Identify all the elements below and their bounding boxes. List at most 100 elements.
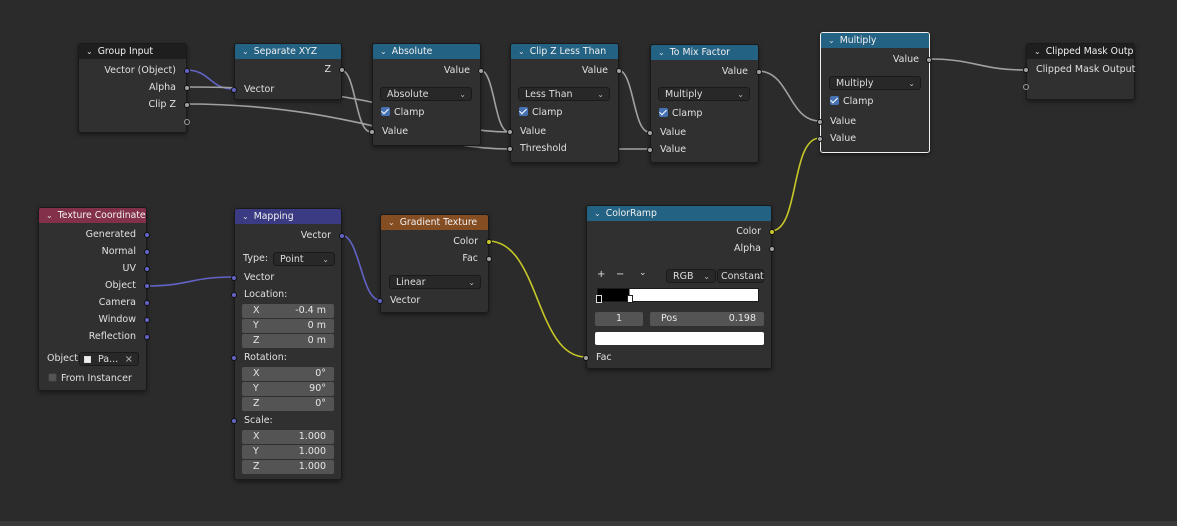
socket-vector-in[interactable]: [231, 275, 237, 281]
rotation-y-field[interactable]: Y 90°: [242, 382, 334, 396]
ramp-stop-black[interactable]: [596, 295, 602, 303]
location-x-field[interactable]: X -0.4 m: [242, 304, 334, 318]
socket-scale-in[interactable]: [231, 418, 237, 424]
chevron-down-icon[interactable]: ⌄: [46, 208, 53, 223]
rotation-x-field[interactable]: X 0°: [242, 367, 334, 381]
scale-z-field[interactable]: Z 1.000: [242, 460, 334, 474]
socket-uv[interactable]: [144, 266, 150, 272]
socket-generated[interactable]: [144, 232, 150, 238]
chevron-down-icon[interactable]: ⌄: [518, 44, 525, 59]
location-z-field[interactable]: Z0 m: [242, 334, 334, 348]
socket-value-out[interactable]: [926, 57, 932, 63]
socket-object[interactable]: [144, 283, 150, 289]
socket-value-a-in[interactable]: [817, 119, 823, 125]
node-to-mix-factor[interactable]: ⌄ To Mix Factor Value Multiply ⌄ Clamp Val…: [647, 44, 762, 163]
socket-value-out[interactable]: [756, 69, 762, 75]
rotation-z-field[interactable]: Z 0°: [242, 397, 334, 411]
operation-dropdown[interactable]: Multiply ⌄: [829, 76, 921, 90]
remove-stop-button[interactable]: −: [616, 269, 624, 280]
node-header[interactable]: ⌄ To Mix Factor: [651, 45, 758, 60]
chevron-down-icon[interactable]: ⌄: [242, 209, 249, 224]
operation-dropdown[interactable]: Multiply ⌄: [658, 87, 750, 101]
gradient-type-dropdown[interactable]: Linear ⌄: [389, 275, 481, 289]
location-y-field[interactable]: Y0 m: [242, 319, 334, 333]
node-header[interactable]: ⌄ Mapping: [235, 209, 341, 224]
active-stop-index-field[interactable]: 1: [595, 312, 643, 326]
socket-alpha[interactable]: [184, 85, 190, 91]
chevron-down-icon[interactable]: ⌄: [242, 44, 249, 59]
color-ramp-bar[interactable]: [597, 288, 759, 302]
node-header[interactable]: ⌄ Absolute: [373, 44, 480, 59]
node-separate-xyz[interactable]: ⌄ Separate XYZ Z Vector: [231, 43, 345, 100]
clamp-checkbox[interactable]: Clamp: [830, 95, 873, 109]
node-header[interactable]: ⌄ Group Input: [79, 44, 186, 59]
operation-dropdown[interactable]: Absolute ⌄: [380, 87, 472, 101]
socket-window[interactable]: [144, 317, 150, 323]
clamp-checkbox[interactable]: Clamp: [381, 106, 424, 120]
socket-value-in[interactable]: [507, 129, 513, 135]
node-mapping[interactable]: ⌄ Mapping Vector Type: Point ⌄ Vector Loca…: [231, 208, 345, 480]
from-instancer-checkbox[interactable]: From Instancer: [48, 372, 132, 386]
node-gradient-texture[interactable]: ⌄ Gradient Texture Color Fac Linear ⌄ Vect…: [377, 214, 492, 313]
chevron-down-icon[interactable]: ⌄: [380, 44, 387, 59]
socket-clip-z[interactable]: [184, 102, 190, 108]
scale-x-field[interactable]: X 1.000: [242, 430, 334, 444]
socket-value-a-in[interactable]: [647, 130, 653, 136]
socket-rotation-in[interactable]: [231, 355, 237, 361]
chevron-down-icon[interactable]: ⌄: [658, 45, 665, 60]
node-header[interactable]: ⌄ ColorRamp: [587, 206, 771, 221]
socket-value-b-in[interactable]: [817, 136, 823, 142]
node-header[interactable]: ⌄ Clip Z Less Than: [511, 44, 618, 59]
socket-fac-out[interactable]: [486, 256, 492, 262]
stop-position-field[interactable]: Pos 0.198: [650, 312, 764, 326]
stop-color-swatch[interactable]: [595, 332, 764, 345]
chevron-down-icon[interactable]: ⌄: [388, 215, 395, 230]
socket-value-b-in[interactable]: [647, 147, 653, 153]
socket-clipped-mask-in[interactable]: [1023, 67, 1029, 73]
socket-color-out[interactable]: [486, 239, 492, 245]
node-group-input[interactable]: ⌄ Group Input Vector (Object) Alpha Clip …: [78, 43, 190, 133]
socket-vector-out[interactable]: [339, 233, 345, 239]
node-header[interactable]: ⌄ Separate XYZ: [235, 44, 341, 59]
socket-value-out[interactable]: [616, 68, 622, 74]
interpolation-dropdown[interactable]: Constant ⌄: [717, 269, 764, 283]
node-header[interactable]: ⌄ Clipped Mask Output: [1027, 44, 1134, 59]
chevron-down-icon[interactable]: ⌄: [1034, 44, 1041, 59]
socket-camera[interactable]: [144, 300, 150, 306]
socket-vector-in[interactable]: [231, 87, 237, 93]
chevron-down-icon[interactable]: ⌄: [86, 44, 93, 59]
socket-vector[interactable]: [184, 68, 190, 74]
socket-fac-in[interactable]: [583, 355, 589, 361]
chevron-down-icon[interactable]: ⌄: [594, 206, 601, 221]
socket-value-out[interactable]: [478, 68, 484, 74]
node-header[interactable]: ⌄ Texture Coordinate: [39, 208, 146, 223]
add-stop-button[interactable]: +: [597, 269, 605, 280]
node-header[interactable]: ⌄ Gradient Texture: [381, 215, 488, 230]
chevron-down-icon[interactable]: ⌄: [828, 33, 835, 48]
socket-threshold-in[interactable]: [507, 146, 513, 152]
color-mode-dropdown[interactable]: RGB ⌄: [666, 269, 716, 283]
operation-dropdown[interactable]: Less Than ⌄: [518, 87, 610, 101]
socket-normal[interactable]: [144, 249, 150, 255]
socket-z[interactable]: [339, 67, 345, 73]
scale-y-field[interactable]: Y 1.000: [242, 445, 334, 459]
close-icon[interactable]: ×: [125, 353, 133, 367]
ramp-stop-white[interactable]: [627, 295, 633, 303]
socket-value-in[interactable]: [369, 129, 375, 135]
node-clip-z-less-than[interactable]: ⌄ Clip Z Less Than Value Less Than ⌄ Clamp…: [507, 43, 622, 163]
socket-empty[interactable]: [184, 119, 190, 125]
ramp-menu-button[interactable]: ⌄: [639, 268, 647, 278]
socket-location-in[interactable]: [231, 292, 237, 298]
socket-color-out[interactable]: [769, 229, 775, 235]
node-clipped-mask-output[interactable]: ⌄ Clipped Mask Output Clipped Mask Output: [1023, 43, 1135, 100]
socket-vector-in[interactable]: [377, 298, 383, 304]
node-absolute[interactable]: ⌄ Absolute Value Absolute ⌄ Clamp Value: [369, 43, 484, 146]
socket-empty[interactable]: [1023, 84, 1029, 90]
clamp-checkbox[interactable]: Clamp: [519, 106, 562, 120]
node-header[interactable]: ⌄ Multiply: [821, 33, 929, 48]
clamp-checkbox[interactable]: Clamp: [659, 107, 702, 121]
socket-reflection[interactable]: [144, 334, 150, 340]
type-dropdown[interactable]: Point ⌄: [273, 252, 335, 266]
node-color-ramp[interactable]: ⌄ ColorRamp Color Alpha + − ⌄ RGB ⌄ Consta…: [583, 205, 775, 369]
socket-alpha-out[interactable]: [769, 246, 775, 252]
